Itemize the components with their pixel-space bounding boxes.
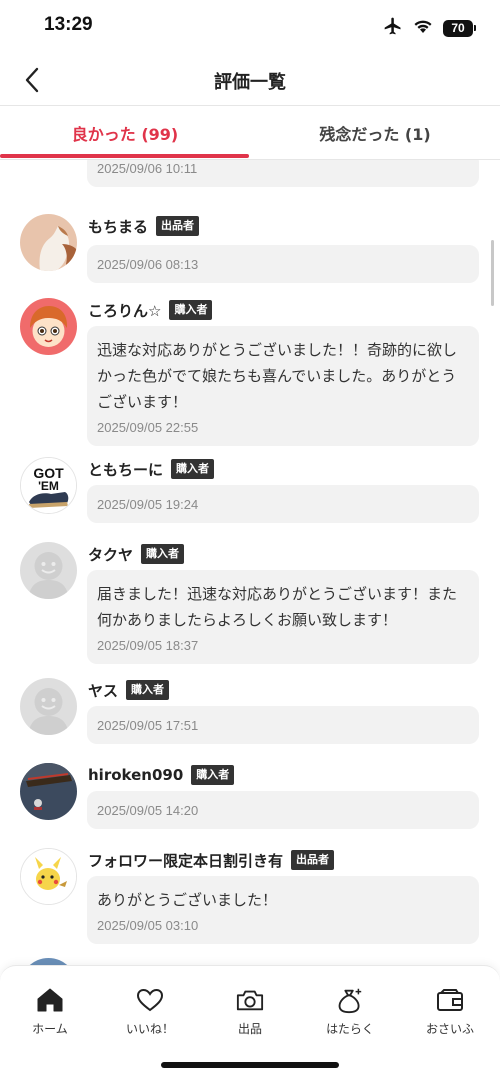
- reviewer-name[interactable]: タクヤ: [88, 544, 133, 565]
- nav-label: はたらく: [326, 1022, 374, 1036]
- tab-active-indicator: [0, 154, 249, 158]
- reviewer-name[interactable]: もちまる: [88, 216, 148, 237]
- reviewer-name[interactable]: ころりん☆: [88, 300, 161, 321]
- review-timestamp: 2025/09/05 19:24: [97, 497, 199, 512]
- nav-label: いいね！: [125, 1022, 174, 1036]
- reviewer-line: タクヤ 購入者: [88, 544, 185, 565]
- avatar[interactable]: [20, 763, 77, 820]
- reviewer-line: ともちーに 購入者: [88, 459, 215, 480]
- nav-likes[interactable]: いいね！: [100, 986, 200, 1044]
- reviewer-name[interactable]: ヤス: [88, 680, 118, 701]
- review-bubble: 届きました！迅速な対応ありがとうございます！また何かありましたらよろしくお願い致…: [87, 570, 479, 664]
- status-icons: 70: [383, 16, 476, 40]
- nav-sell[interactable]: 出品: [200, 986, 300, 1044]
- role-badge: 購入者: [171, 459, 215, 479]
- review-comment: 届きました！迅速な対応ありがとうございます！また何かありましたらよろしくお願い致…: [97, 585, 458, 629]
- avatar[interactable]: [20, 678, 77, 735]
- nav-label: おさいふ: [425, 1022, 474, 1036]
- reviewer-name[interactable]: ともちーに: [88, 459, 163, 480]
- review-timestamp: 2025/09/05 14:20: [97, 803, 199, 818]
- reviewer-name[interactable]: フォロワー限定本日割引き有: [88, 850, 283, 871]
- nav-wallet[interactable]: おさいふ: [400, 986, 500, 1044]
- avatar[interactable]: [20, 214, 77, 271]
- page-title: 評価一覧: [214, 72, 286, 93]
- airplane-icon: [383, 16, 403, 40]
- review-bubble: 2025/09/05 19:24: [87, 485, 479, 523]
- role-badge: 購入者: [141, 544, 185, 564]
- review-comment: 迅速な対応ありがとうございました！！奇跡的に欲しかった色がでて娘たちも喜んでいま…: [97, 341, 458, 411]
- review-timestamp: 2025/09/05 03:10: [97, 918, 199, 933]
- status-bar: 13:29 70: [0, 0, 500, 54]
- battery-level: 70: [443, 19, 473, 37]
- avatar[interactable]: [20, 958, 77, 965]
- review-bubble: 2025/09/06 10:11: [87, 160, 479, 187]
- nav-label: ホーム: [32, 1022, 68, 1036]
- review-timestamp: 2025/09/05 22:55: [97, 420, 199, 435]
- nav-label: 出品: [237, 1022, 262, 1036]
- role-badge: 購入者: [126, 680, 170, 700]
- review-timestamp: 2025/09/05 18:37: [97, 638, 199, 653]
- avatar[interactable]: [20, 542, 77, 599]
- reviewer-name[interactable]: hiroken090: [88, 766, 183, 784]
- battery-icon: 70: [443, 19, 476, 37]
- review-timestamp: 2025/09/05 17:51: [97, 718, 199, 733]
- status-time: 13:29: [44, 14, 93, 35]
- reviewer-line: ころりん☆ 購入者: [88, 300, 213, 321]
- wallet-icon: [436, 986, 464, 1014]
- review-bubble: 2025/09/05 17:51: [87, 706, 479, 744]
- review-list[interactable]: 2025/09/06 10:11 もちまる 出品者 2025/09/06 08:…: [0, 160, 500, 965]
- review-comment: ありがとうございました！: [97, 891, 278, 909]
- reviewer-line: フォロワー限定本日割引き有 出品者: [88, 850, 335, 871]
- tab-bad[interactable]: 残念だった (1): [250, 106, 500, 159]
- nav-work[interactable]: はたらく: [300, 986, 400, 1044]
- role-badge: 出品者: [291, 850, 335, 870]
- review-bubble: ありがとうございました！ 2025/09/05 03:10: [87, 876, 479, 944]
- role-badge: 購入者: [191, 765, 235, 785]
- role-badge: 購入者: [169, 300, 213, 320]
- heart-icon: [136, 986, 164, 1014]
- review-bubble: 迅速な対応ありがとうございました！！奇跡的に欲しかった色がでて娘たちも喜んでいま…: [87, 326, 479, 446]
- wifi-icon: [413, 18, 433, 38]
- money-bag-icon: [336, 986, 364, 1014]
- avatar[interactable]: [20, 848, 77, 905]
- reviewer-line: もちまる 出品者: [88, 216, 200, 237]
- home-icon: [36, 986, 64, 1014]
- reviewer-line: ヤス 購入者: [88, 680, 170, 701]
- scrollbar[interactable]: [491, 240, 494, 306]
- home-indicator: [161, 1062, 339, 1068]
- role-badge: 出品者: [156, 216, 200, 236]
- avatar-text-2: 'EM: [38, 479, 59, 493]
- avatar[interactable]: GOT 'EM: [20, 457, 77, 514]
- reviewer-line: hiroken090 購入者: [88, 765, 235, 785]
- tab-bar: 良かった (99) 残念だった (1): [0, 106, 500, 160]
- review-timestamp: 2025/09/06 08:13: [97, 257, 199, 272]
- review-timestamp: 2025/09/06 10:11: [97, 161, 198, 176]
- tab-good[interactable]: 良かった (99): [0, 106, 250, 159]
- bottom-nav: ホーム いいね！ 出品 はたらく おさいふ: [0, 965, 500, 1080]
- review-bubble: 2025/09/06 08:13: [87, 245, 479, 283]
- nav-header: 評価一覧: [0, 54, 500, 106]
- camera-icon: [236, 986, 264, 1014]
- review-bubble: 2025/09/05 14:20: [87, 791, 479, 829]
- avatar[interactable]: [20, 298, 77, 355]
- nav-home[interactable]: ホーム: [0, 986, 100, 1044]
